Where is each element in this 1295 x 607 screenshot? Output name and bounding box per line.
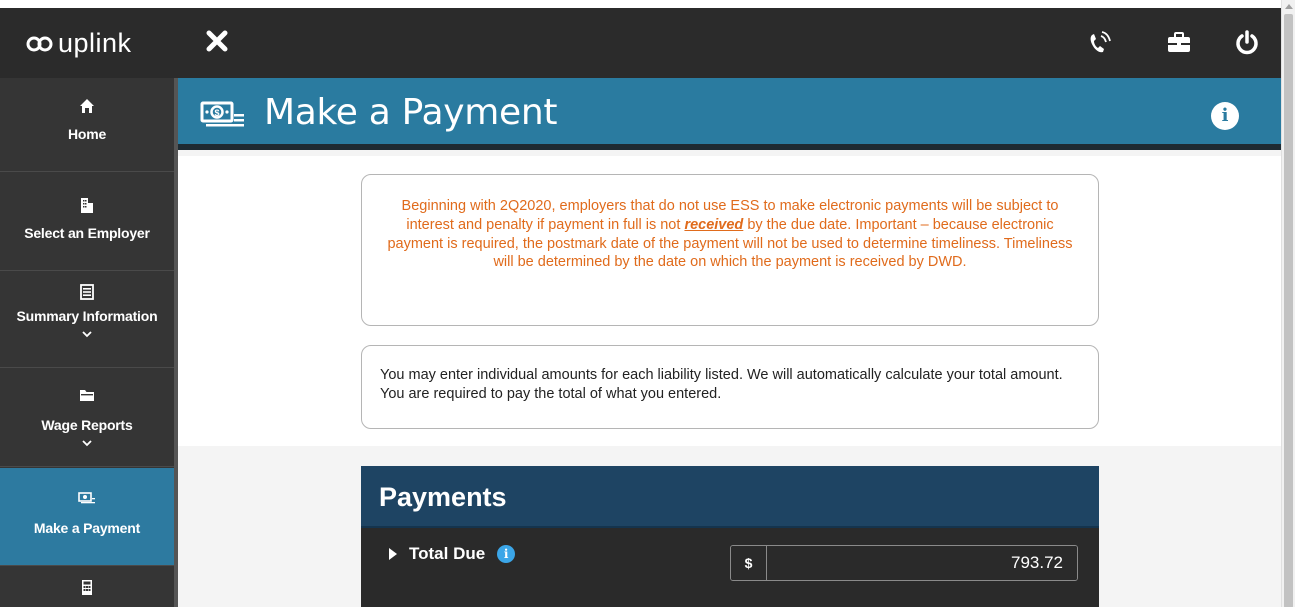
- total-due-toggle[interactable]: Total Due i: [389, 544, 516, 564]
- sidebar-item-label: Make a Payment: [33, 520, 141, 536]
- sidebar-item-label: Summary Information: [16, 308, 158, 324]
- list-icon: [80, 284, 94, 300]
- chevron-down-icon: [82, 331, 92, 338]
- svg-text:$: $: [214, 108, 219, 118]
- sidebar-item-summary-information[interactable]: Summary Information: [0, 272, 174, 368]
- currency-addon: $: [731, 546, 767, 580]
- payments-title: Payments: [361, 466, 1099, 528]
- sidebar-item-calculator[interactable]: [0, 567, 174, 607]
- sidebar-item-label: Home: [67, 126, 107, 142]
- info-button[interactable]: i: [1211, 102, 1239, 130]
- top-bar: uplink: [0, 0, 1281, 78]
- money-icon: [78, 492, 95, 504]
- close-icon[interactable]: [205, 29, 229, 53]
- payments-panel: Payments Total Due i $: [361, 466, 1099, 607]
- sidebar-item-select-employer[interactable]: Select an Employer: [0, 173, 174, 271]
- notice-emphasis: received: [684, 216, 744, 233]
- page-title: Make a Payment: [264, 92, 558, 133]
- scrollbar-thumb[interactable]: [1284, 14, 1293, 607]
- scroll-up-arrow-icon[interactable]: [1285, 4, 1293, 9]
- page-header: $ Make a Payment i: [178, 78, 1281, 150]
- sidebar-item-home[interactable]: Home: [0, 78, 174, 172]
- logo-text: uplink: [58, 28, 132, 58]
- folder-icon: [80, 390, 94, 401]
- infinity-logo-icon: [26, 36, 53, 51]
- info-icon[interactable]: i: [497, 545, 516, 563]
- top-edge: [0, 0, 1281, 8]
- info-text: You may enter individual amounts for eac…: [380, 367, 1063, 402]
- power-icon[interactable]: [1234, 30, 1260, 56]
- notice-message: Beginning with 2Q2020, employers that do…: [361, 174, 1099, 326]
- sidebar-item-wage-reports[interactable]: Wage Reports: [0, 369, 174, 467]
- total-amount-field[interactable]: [767, 546, 1077, 580]
- home-icon: [80, 99, 94, 113]
- sidebar-item-label: Wage Reports: [41, 417, 133, 433]
- scrollbar[interactable]: [1281, 0, 1295, 607]
- calculator-icon: [82, 580, 92, 595]
- sidebar-item-label: Select an Employer: [24, 225, 150, 241]
- info-message: You may enter individual amounts for eac…: [361, 345, 1099, 429]
- sidebar-item-make-a-payment[interactable]: Make a Payment: [0, 468, 174, 566]
- building-icon: [81, 198, 93, 213]
- uplink-logo[interactable]: uplink: [26, 28, 132, 59]
- info-icon: i: [1221, 105, 1229, 126]
- money-icon: $: [200, 101, 244, 127]
- total-amount-group: $: [730, 545, 1078, 581]
- caret-right-icon: [389, 548, 397, 560]
- phone-icon[interactable]: [1086, 30, 1112, 56]
- total-due-row: Total Due i $: [361, 528, 1099, 607]
- chevron-down-icon: [82, 440, 92, 447]
- briefcase-icon[interactable]: [1166, 30, 1192, 56]
- total-due-label: Total Due: [409, 544, 486, 563]
